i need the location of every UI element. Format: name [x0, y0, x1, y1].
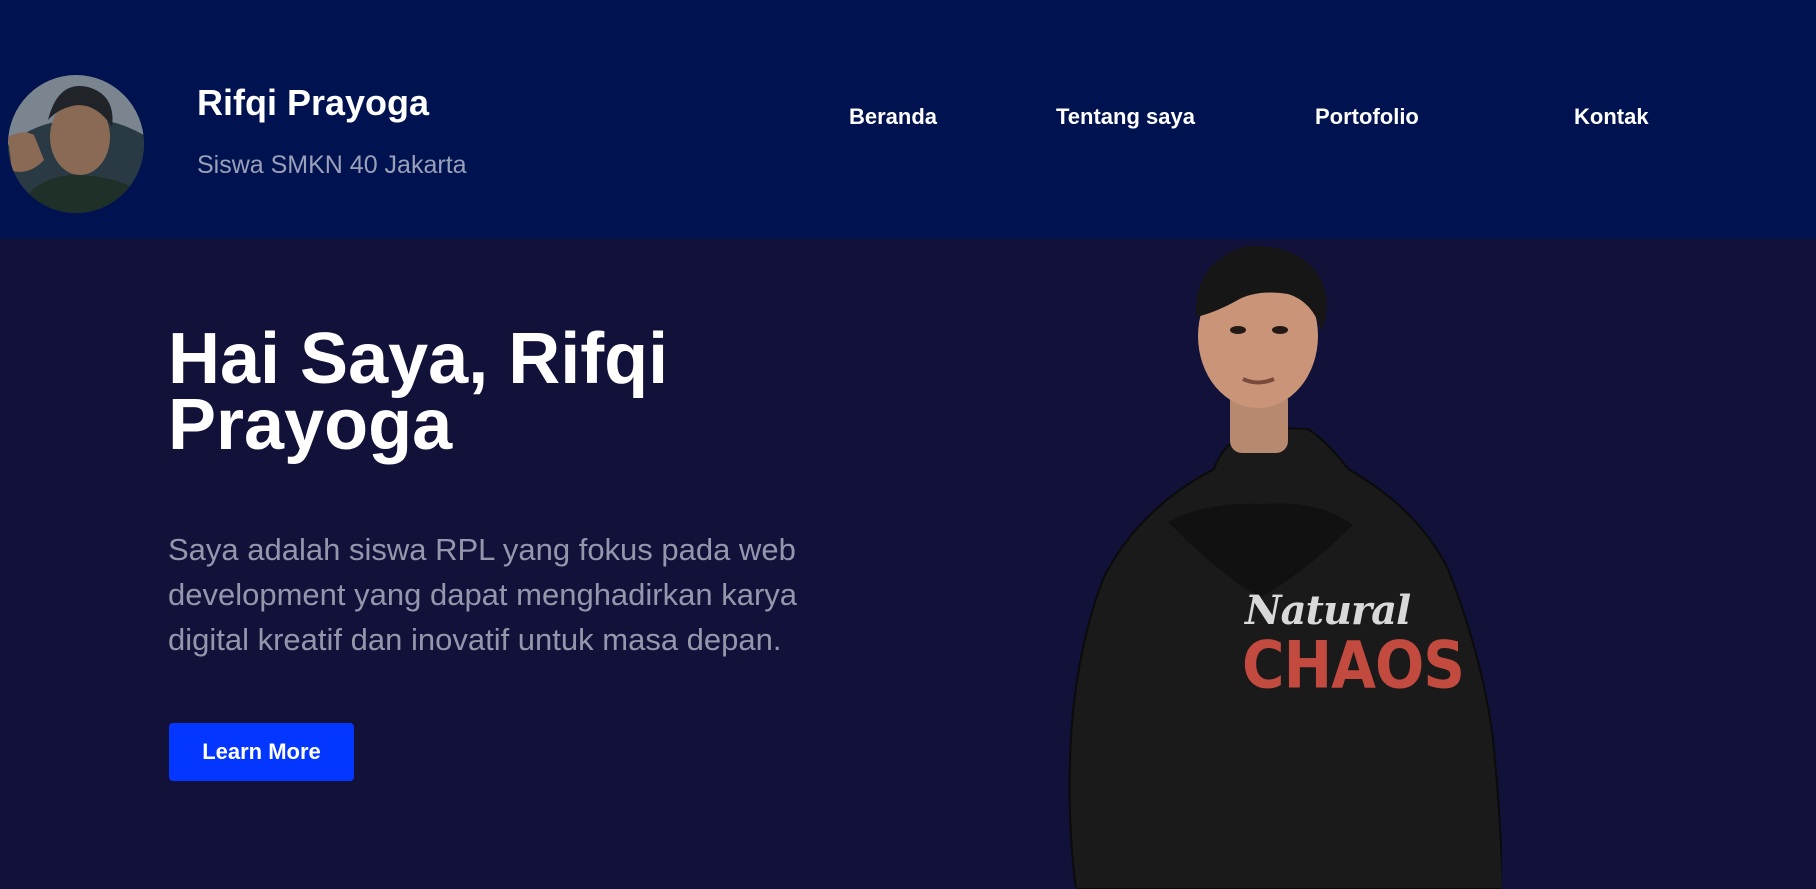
hero-portrait — [1018, 239, 1502, 889]
shirt-print-bottom: CHAOS — [1242, 627, 1465, 704]
learn-more-button[interactable]: Learn More — [169, 723, 354, 781]
hero-title: Hai Saya, Rifqi Prayoga — [168, 319, 669, 465]
nav-link-portofolio[interactable]: Portofolio — [1315, 104, 1419, 130]
site-header: Rifqi Prayoga Siswa SMKN 40 Jakarta Bera… — [0, 0, 1816, 239]
nav-link-kontak[interactable]: Kontak — [1574, 104, 1649, 130]
brand-subtitle: Siswa SMKN 40 Jakarta — [197, 151, 467, 179]
nav-link-beranda[interactable]: Beranda — [849, 104, 937, 130]
brand-name: Rifqi Prayoga — [197, 82, 430, 123]
avatar — [8, 75, 144, 213]
nav-link-tentang-saya[interactable]: Tentang saya — [1056, 104, 1195, 130]
hero-description: Saya adalah siswa RPL yang fokus pada we… — [168, 532, 798, 657]
avatar-photo-icon — [8, 75, 144, 213]
portrait-photo-icon — [1068, 246, 1502, 889]
